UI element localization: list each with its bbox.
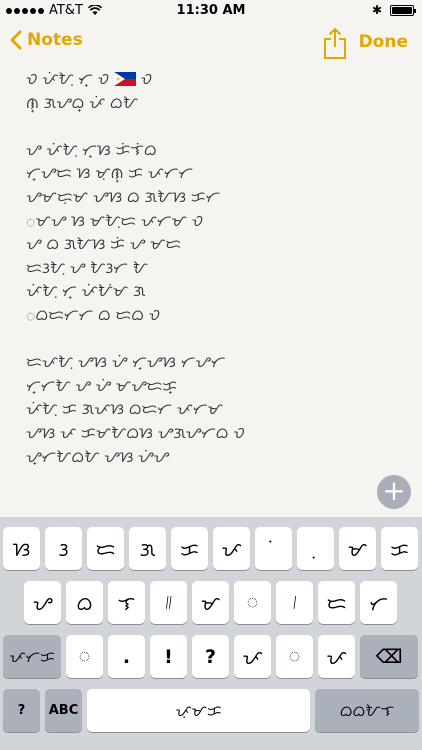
question-key[interactable]: ? [192, 635, 229, 678]
back-label: Notes [27, 30, 83, 50]
key[interactable]: ᜇ [87, 527, 124, 570]
note-line: ᜉᜒᜀᜓ ᜆ᜔ ᜉᜒᜀᜒᜋ ᜄ [26, 282, 146, 301]
note-line: ᜆ᜔ᜌᜇ ᜐ ᜋᜓᜈ᜔ ᜃ ᜉᜆᜆ [26, 164, 193, 183]
note-line: ᜆ᜔ᜆᜀ ᜌ ᜌᜒ ᜋᜌᜇᜃ᜔ [26, 376, 178, 395]
key[interactable]: ᜋ [339, 527, 376, 570]
status-bar: AT&T 11:30 AM ✱ [0, 0, 422, 20]
add-attachment-button[interactable]: + [377, 475, 411, 509]
key[interactable]: ᜊ [66, 581, 103, 624]
delete-key[interactable]: ⌫ [360, 635, 418, 678]
key[interactable]: ᜐ [3, 527, 40, 570]
note-line: ᜀᜊᜇᜆᜆ ᜊ ᜇᜊ ᜏ [26, 305, 161, 324]
key[interactable]: ᜉ [318, 635, 355, 678]
note-line: ᜇᜂᜀᜓ ᜌ ᜀᜂᜆ ᜀ [26, 258, 148, 277]
note-line: ᜈ᜔ ᜄᜌᜊ᜔ ᜉᜒ ᜊᜀ [26, 93, 138, 112]
done-button[interactable]: Done [359, 32, 408, 52]
period-key[interactable]: . [108, 635, 145, 678]
note-line [26, 115, 406, 139]
key[interactable]: ᜀ [234, 581, 271, 624]
key[interactable]: ᜆ [360, 581, 397, 624]
note-line: ᜌ᜔ᜆᜀᜊᜀ ᜌᜐ ᜌᜒᜌ [26, 447, 169, 466]
shift-key[interactable]: ᜉᜆᜃ [3, 635, 61, 678]
baybayin-keyboard: ᜐ ᜂ ᜇ ᜄ ᜃ ᜉ ᜒ ᜓ ᜋ ᜃ ᜌ ᜊ ᜎ ᜶ ᜋ ᜀ ᜵ ᜇ ᜆ ᜉᜆ… [0, 517, 422, 750]
status-right: ✱ [371, 3, 416, 17]
note-line: ᜌᜋᜇᜓᜋ ᜌᜐ ᜊ ᜄᜀᜐ ᜃᜆ [26, 187, 221, 206]
key[interactable]: ᜓ [297, 527, 334, 570]
return-key[interactable]: ᜊᜊᜀᜎ [315, 689, 419, 732]
note-line: ᜌ ᜉᜒᜀᜓ ᜆ᜔ᜐ ᜃᜒᜎᜒᜊ [26, 140, 157, 159]
key[interactable]: ᜌ [24, 581, 61, 624]
key[interactable]: ᜇ [318, 581, 355, 624]
note-line: ᜌ ᜊ ᜄᜀᜐ ᜃᜒ ᜌ ᜋᜇ [26, 235, 182, 254]
note-body[interactable]: ᜏ ᜉᜒᜀᜓ ᜆ᜔ ᜏ ᜏ ᜈ᜔ ᜄᜌᜊ᜔ ᜉᜒ ᜊᜀ ᜌ ᜉᜒᜀᜓ ᜆ᜔ᜐ ᜃ… [26, 68, 406, 520]
space-key[interactable]: ᜉᜓᜋᜃ [87, 689, 310, 732]
back-button[interactable]: Notes [10, 30, 83, 50]
key[interactable]: ᜶ [150, 581, 187, 624]
key[interactable]: ᜎ [108, 581, 145, 624]
key[interactable]: ᜀ [276, 635, 313, 678]
exclamation-key[interactable]: ! [150, 635, 187, 678]
key[interactable]: ᜉ [234, 635, 271, 678]
key[interactable]: ᜒ [255, 527, 292, 570]
abc-key[interactable]: ABC [45, 689, 82, 732]
note-line: ᜉᜒᜀᜓ ᜃ ᜄᜉᜐ ᜊᜇᜆ ᜉᜆᜋ [26, 400, 223, 419]
key[interactable]: ᜉ [213, 527, 250, 570]
note-line: ᜏ ᜉᜒᜀᜓ ᜆ᜔ ᜏ ᜏ [26, 70, 153, 88]
key[interactable]: ᜵ [276, 581, 313, 624]
note-line: ᜀᜋᜌ ᜐ ᜋᜀᜓᜇ ᜉᜆᜋ ᜏ [26, 211, 204, 230]
battery-icon [390, 4, 416, 16]
backspace-icon: ⌫ [375, 645, 403, 668]
nav-bar: Notes Done [0, 22, 422, 66]
key[interactable]: ᜃ [381, 527, 418, 570]
key[interactable]: ᜂ [45, 527, 82, 570]
chevron-left-icon [10, 30, 22, 50]
share-icon[interactable] [320, 26, 350, 60]
key[interactable]: ᜃ [171, 527, 208, 570]
status-time: 11:30 AM [176, 3, 246, 18]
key[interactable]: ᜀ [66, 635, 103, 678]
bluetooth-icon: ✱ [371, 3, 382, 17]
note-line [26, 328, 406, 352]
note-line: ᜌᜐ ᜉ ᜃᜋᜀᜊᜐ ᜌᜄᜌᜆᜊ ᜏ [26, 423, 245, 442]
key[interactable]: ᜋ [192, 581, 229, 624]
key[interactable]: ᜄ [129, 527, 166, 570]
note-line: ᜇᜉᜀᜓ ᜌᜐ ᜌᜒ ᜆ᜔ᜌᜐ ᜆᜌᜆ [26, 353, 226, 372]
philippines-flag-icon [113, 72, 136, 86]
numbers-key[interactable]: ? [3, 689, 40, 732]
